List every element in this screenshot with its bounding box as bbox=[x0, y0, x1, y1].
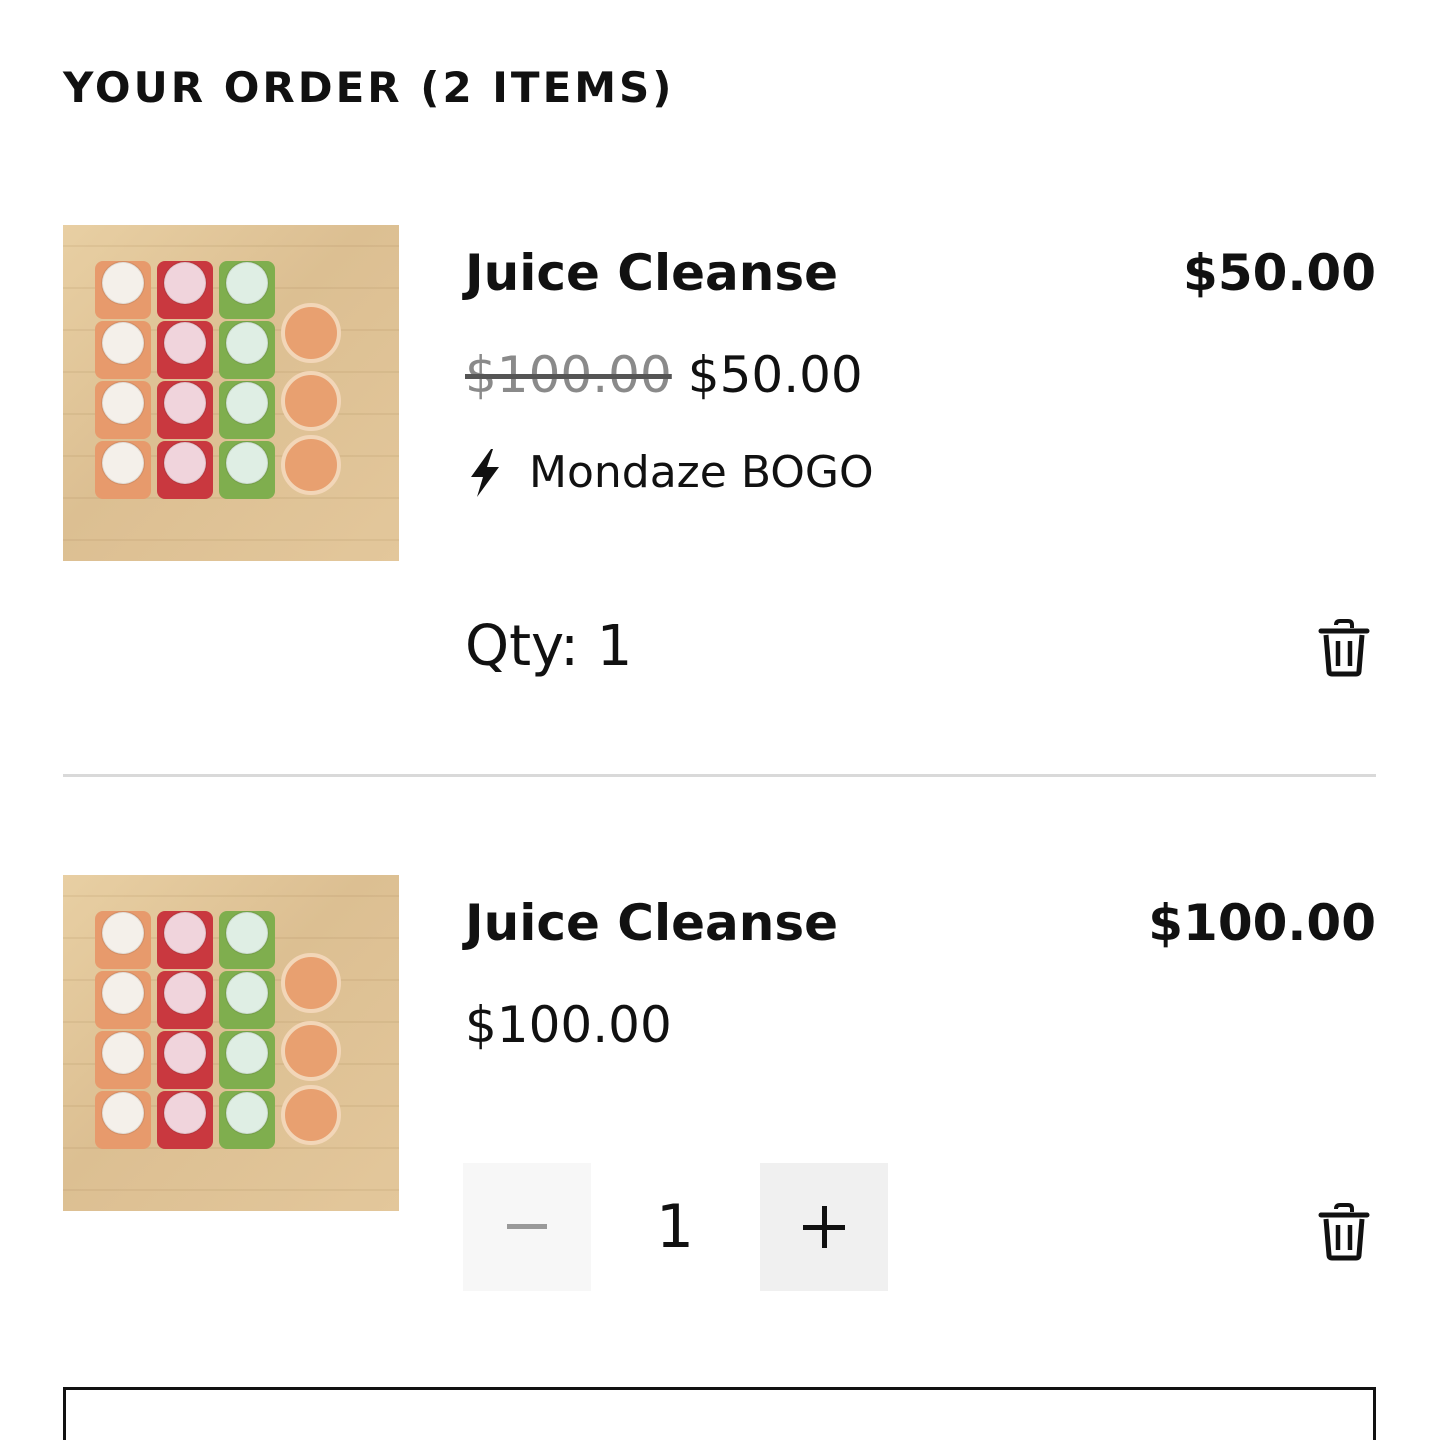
item-divider bbox=[63, 774, 1376, 777]
original-price: $100.00 bbox=[465, 346, 672, 404]
product-image[interactable] bbox=[63, 225, 399, 561]
cart-item: Juice Cleanse $100.00 $100.00 1 bbox=[0, 875, 1440, 1335]
sale-price: $50.00 bbox=[687, 346, 863, 404]
minus-icon bbox=[507, 1224, 547, 1229]
line-total: $100.00 bbox=[1148, 894, 1376, 952]
trash-icon bbox=[1318, 1203, 1370, 1261]
plus-icon bbox=[803, 1206, 845, 1248]
lightning-bolt-icon bbox=[465, 447, 505, 499]
product-name[interactable]: Juice Cleanse bbox=[465, 893, 838, 953]
product-name[interactable]: Juice Cleanse bbox=[465, 243, 838, 303]
order-heading: YOUR ORDER (2 ITEMS) bbox=[63, 63, 675, 112]
cart-item: Juice Cleanse $50.00 $100.00 $50.00 Monda… bbox=[0, 225, 1440, 745]
price-row: $100.00 $50.00 bbox=[465, 345, 863, 405]
trash-icon bbox=[1318, 619, 1370, 677]
remove-item-button[interactable] bbox=[1318, 1203, 1370, 1261]
quantity-label: Qty: 1 bbox=[465, 614, 633, 679]
decrease-quantity-button[interactable] bbox=[463, 1163, 591, 1291]
product-image[interactable] bbox=[63, 875, 399, 1211]
unit-price: $100.00 bbox=[465, 996, 672, 1054]
increase-quantity-button[interactable] bbox=[760, 1163, 888, 1291]
line-total: $50.00 bbox=[1183, 244, 1376, 302]
promo-label: Mondaze BOGO bbox=[529, 447, 874, 498]
quantity-value[interactable]: 1 bbox=[610, 1163, 740, 1291]
checkout-box[interactable] bbox=[63, 1387, 1376, 1440]
promo-badge: Mondaze BOGO bbox=[465, 447, 874, 499]
cart-page: YOUR ORDER (2 ITEMS) Juice Cleanse $50.0… bbox=[0, 0, 1440, 1440]
remove-item-button[interactable] bbox=[1318, 619, 1370, 677]
